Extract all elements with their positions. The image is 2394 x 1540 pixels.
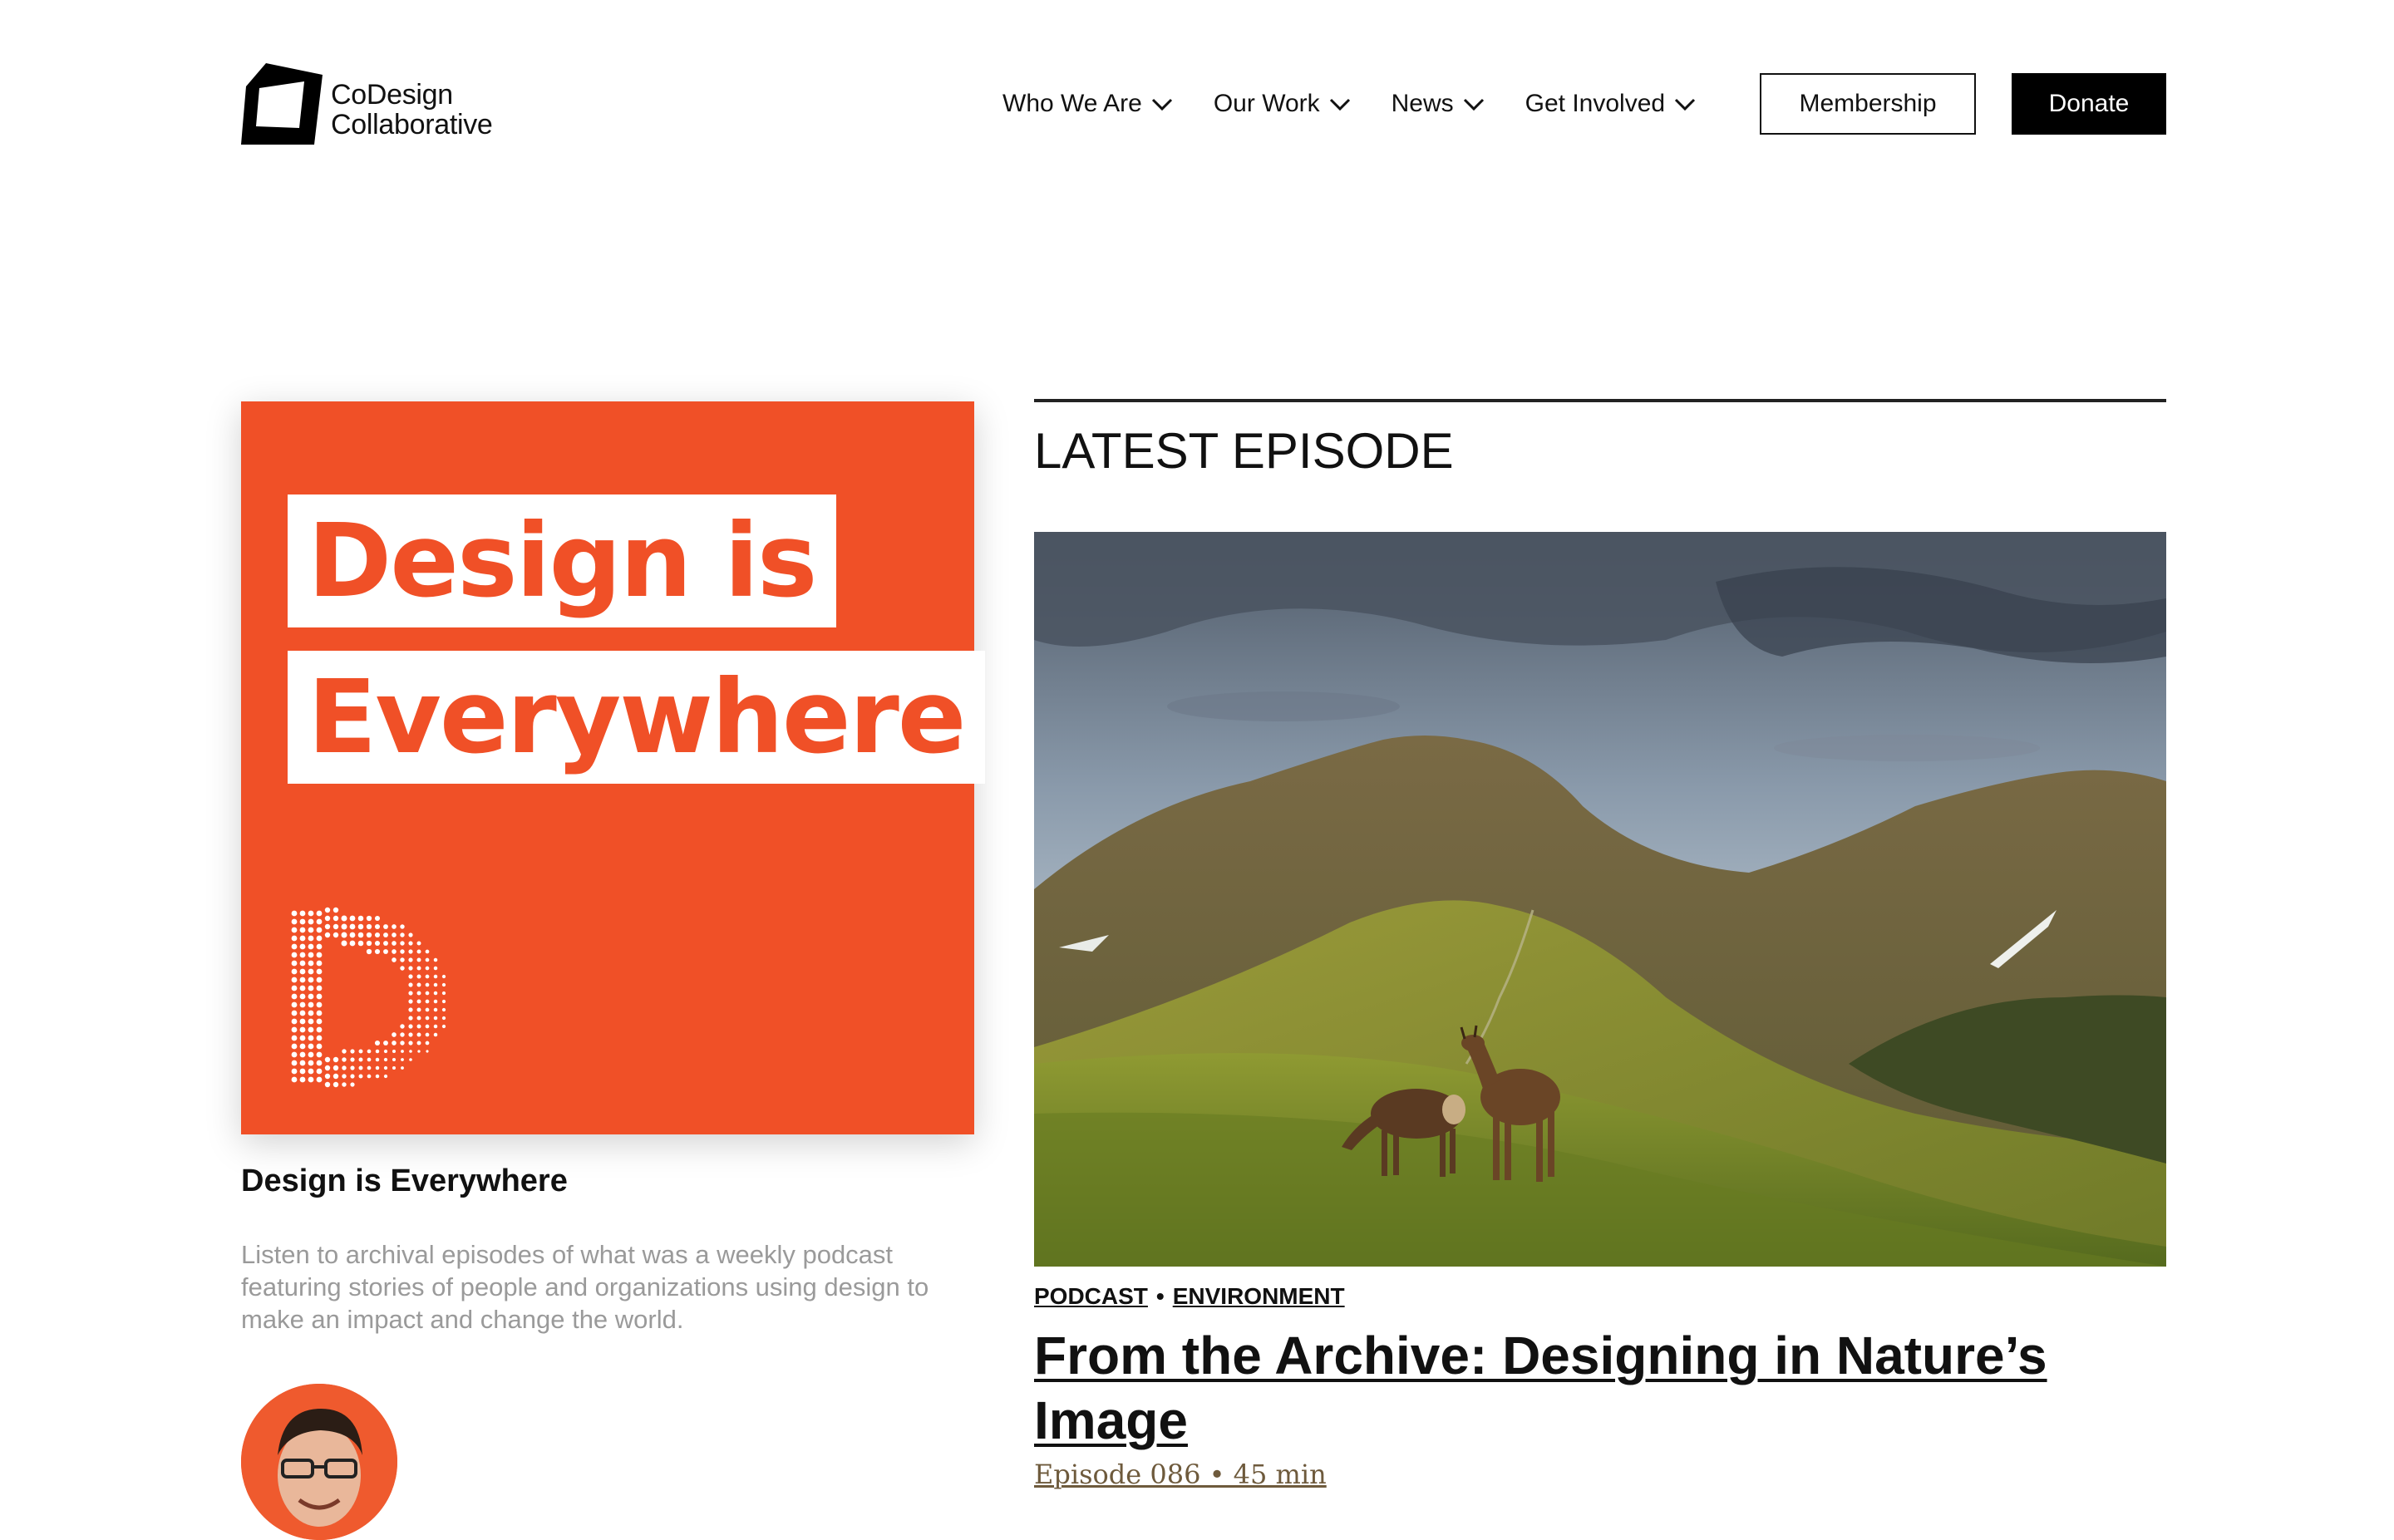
host-portrait-icon [241,1384,397,1540]
nav-item-news[interactable]: News [1392,90,1485,118]
nav-label: Get Involved [1525,90,1666,117]
chevron-down-icon [1151,98,1172,111]
tag-podcast-link[interactable]: PODCAST [1034,1283,1148,1309]
episode-tags: PODCAST • ENVIRONMENT [1034,1283,1345,1310]
site-logo[interactable]: CoDesign Collaborative [241,63,524,146]
mountain-elk-landscape [1034,532,2166,1267]
tag-environment-link[interactable]: ENVIRONMENT [1173,1283,1345,1309]
dotted-d-logo-icon [291,907,446,1088]
main-nav: Who We Are Our Work News Get Involved [1002,83,1736,125]
nav-item-our-work[interactable]: Our Work [1214,90,1352,118]
nav-item-get-involved[interactable]: Get Involved [1525,90,1697,118]
podcast-description: Listen to archival episodes of what was … [241,1240,929,1334]
nav-label: Who We Are [1002,90,1142,117]
logo-line-2: Collaborative [331,109,493,140]
episode-title-link[interactable]: From the Archive: Designing in Nature’s … [1034,1323,2166,1453]
nav-label: News [1391,90,1454,117]
codesign-logo-icon [241,63,323,145]
donate-button[interactable]: Donate [2012,73,2166,135]
nav-item-who-we-are[interactable]: Who We Are [1002,90,1174,118]
chevron-down-icon [1675,98,1696,111]
tag-separator: • [1155,1283,1165,1309]
cover-title-line-2: Everywhere [288,651,985,784]
nav-label: Our Work [1213,90,1320,117]
episode-hero-image[interactable] [1034,532,2166,1267]
membership-button[interactable]: Membership [1760,73,1976,135]
chevron-down-icon [1463,98,1484,111]
cover-title-line-1: Design is [288,494,836,627]
podcast-title: Design is Everywhere [241,1164,568,1198]
chevron-down-icon [1329,98,1350,111]
section-divider [1034,399,2166,402]
logo-wordmark: CoDesign Collaborative [331,80,493,140]
site-header: CoDesign Collaborative Who We Are Our Wo… [0,0,2394,208]
host-avatar [241,1384,397,1540]
podcast-cover-art[interactable]: Design is Everywhere [241,401,985,1134]
logo-line-1: CoDesign [331,79,453,111]
latest-episode-heading: LATEST EPISODE [1034,423,1454,479]
episode-meta-link[interactable]: Episode 086 • 45 min [1034,1459,1327,1490]
